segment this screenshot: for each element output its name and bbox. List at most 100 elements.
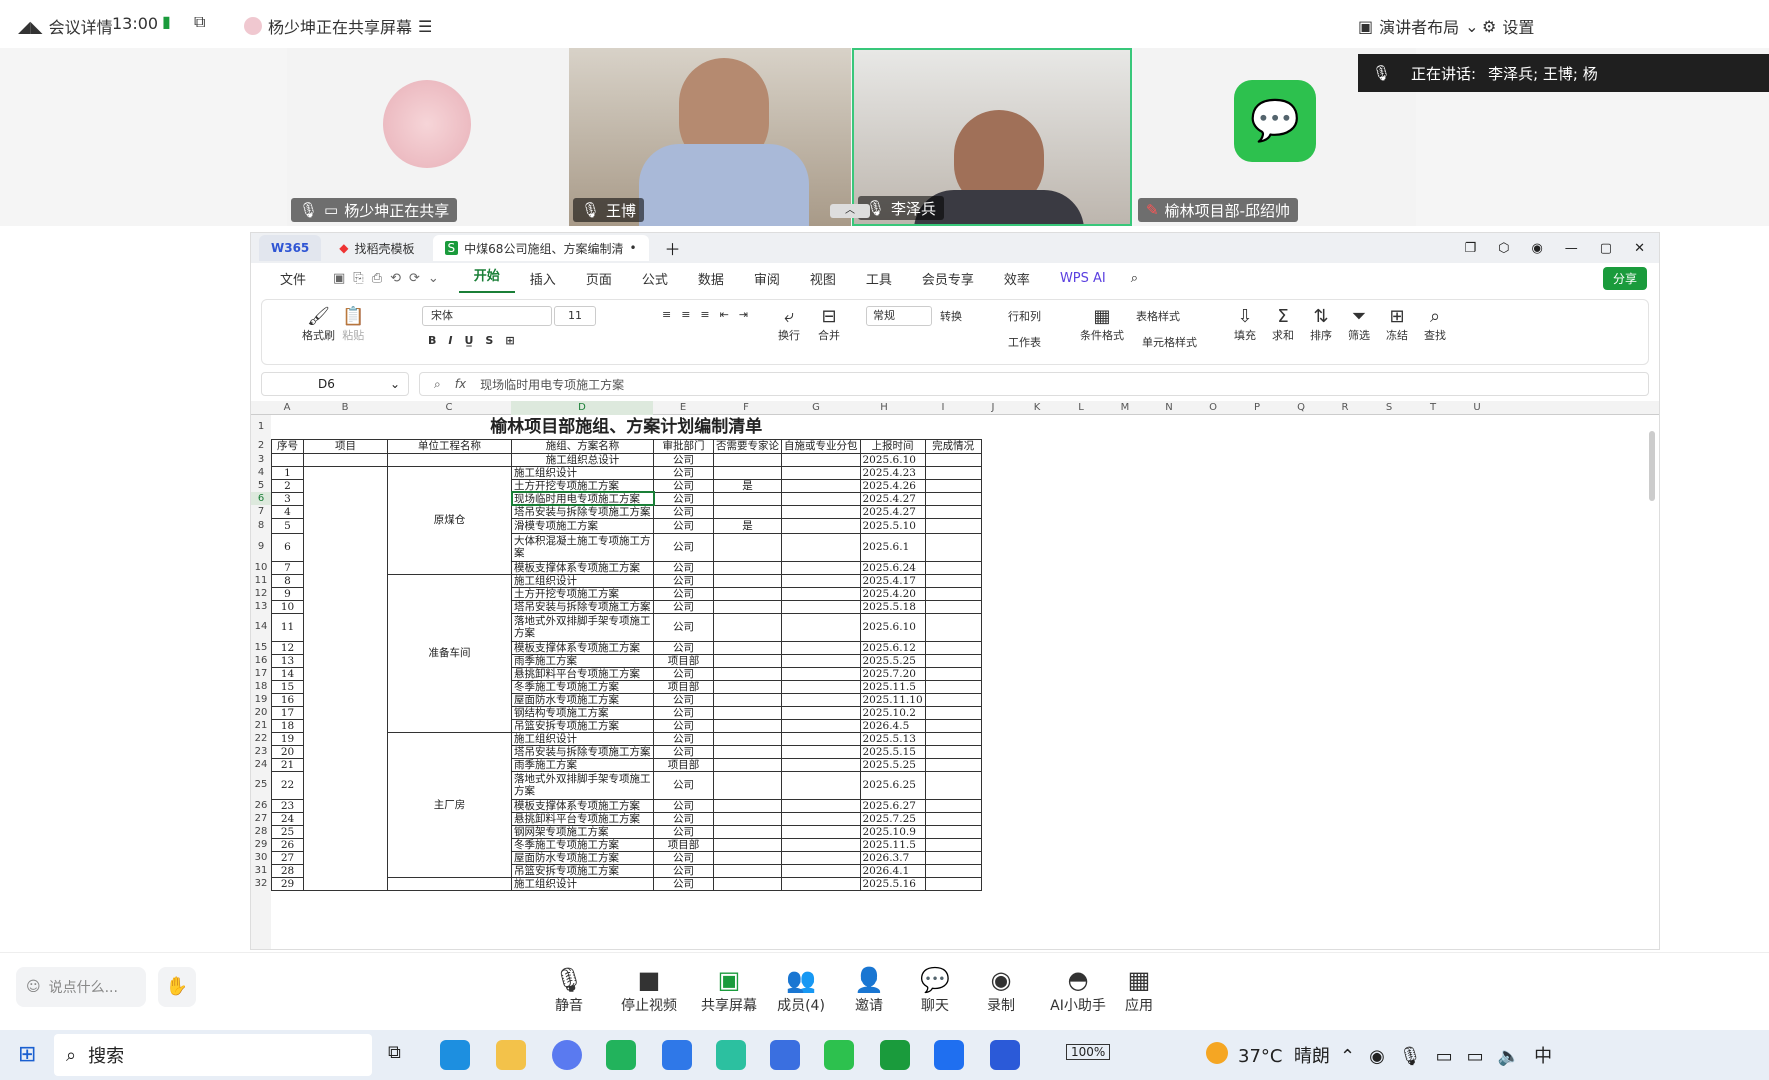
row-header[interactable]: 19 bbox=[251, 693, 271, 706]
subcontract-cell[interactable] bbox=[781, 586, 861, 601]
row-header[interactable]: 5 bbox=[251, 479, 271, 492]
sheet-title[interactable]: 榆林项目部施组、方案计划编制清单 bbox=[272, 415, 982, 439]
sharing-notice[interactable]: 杨少坤正在共享屏幕 ☰ bbox=[244, 14, 432, 38]
subcontract-cell[interactable] bbox=[781, 612, 861, 642]
column-header[interactable]: O bbox=[1191, 401, 1235, 415]
subcontract-cell[interactable] bbox=[781, 452, 861, 467]
report-date-cell[interactable]: 2025.4.27 bbox=[859, 491, 926, 506]
column-header-cell[interactable]: 上报时间 bbox=[859, 438, 926, 454]
plan-name-cell[interactable]: 模板支撑体系专项施工方案 bbox=[511, 640, 654, 655]
approval-dept-cell[interactable]: 公司 bbox=[653, 640, 714, 655]
plan-name-cell[interactable]: 雨季施工方案 bbox=[511, 757, 654, 772]
completion-cell[interactable] bbox=[924, 770, 982, 800]
expert-review-cell[interactable]: 是 bbox=[713, 517, 782, 534]
completion-cell[interactable] bbox=[924, 863, 982, 878]
row-header[interactable]: 29 bbox=[251, 838, 271, 851]
plan-name-cell[interactable]: 落地式外双排脚手架专项施工方案 bbox=[511, 612, 654, 642]
seq-cell[interactable]: 28 bbox=[271, 863, 304, 878]
row-header[interactable]: 25 bbox=[251, 771, 271, 799]
plan-name-cell[interactable]: 施工组织设计 bbox=[511, 573, 654, 588]
column-header[interactable]: D bbox=[511, 401, 653, 415]
report-date-cell[interactable]: 2025.6.24 bbox=[859, 560, 926, 575]
plan-name-cell[interactable]: 土方开挖专项施工方案 bbox=[511, 478, 654, 493]
approval-dept-cell[interactable]: 公司 bbox=[653, 863, 714, 878]
column-header[interactable]: G bbox=[779, 401, 853, 415]
plan-name-cell[interactable]: 模板支撑体系专项施工方案 bbox=[511, 798, 654, 813]
report-date-cell[interactable]: 2026.3.7 bbox=[859, 850, 926, 865]
report-date-cell[interactable]: 2025.5.13 bbox=[859, 731, 926, 746]
column-header[interactable]: B bbox=[303, 401, 387, 415]
expert-review-cell[interactable] bbox=[713, 586, 782, 601]
approval-dept-cell[interactable]: 公司 bbox=[653, 517, 714, 534]
report-date-cell[interactable]: 2025.4.26 bbox=[859, 478, 926, 493]
subcontract-cell[interactable] bbox=[781, 798, 861, 813]
settings-button[interactable]: ⚙ 设置 bbox=[1482, 14, 1534, 38]
approval-dept-cell[interactable]: 项目部 bbox=[653, 653, 714, 668]
tab-w365[interactable]: W365 bbox=[259, 235, 322, 261]
report-date-cell[interactable]: 2025.5.25 bbox=[859, 653, 926, 668]
format-painter-button[interactable]: 🖌 格式刷 bbox=[302, 306, 335, 343]
column-header[interactable]: M bbox=[1103, 401, 1147, 415]
video-tile[interactable]: 🎙 王博 bbox=[569, 48, 851, 226]
menu-home[interactable]: 开始 bbox=[458, 263, 515, 293]
approval-dept-cell[interactable]: 公司 bbox=[653, 491, 714, 506]
expert-review-cell[interactable] bbox=[713, 863, 782, 878]
report-date-cell[interactable]: 2025.10.9 bbox=[859, 824, 926, 839]
column-header-cell[interactable]: 否需要专家论 bbox=[713, 438, 782, 454]
avatar[interactable]: ◉ bbox=[1531, 241, 1542, 256]
seq-cell[interactable]: 17 bbox=[271, 705, 304, 720]
expert-review-cell[interactable] bbox=[713, 718, 782, 733]
plan-name-cell[interactable]: 模板支撑体系专项施工方案 bbox=[511, 560, 654, 575]
menu-page[interactable]: 页面 bbox=[571, 269, 627, 288]
subcontract-cell[interactable] bbox=[781, 653, 861, 668]
subcontract-cell[interactable] bbox=[781, 679, 861, 694]
row-header[interactable]: 14 bbox=[251, 613, 271, 641]
completion-cell[interactable] bbox=[924, 478, 982, 493]
minimize-icon[interactable]: — bbox=[1565, 241, 1578, 256]
completion-cell[interactable] bbox=[924, 744, 982, 759]
approval-dept-cell[interactable]: 公司 bbox=[653, 744, 714, 759]
find-button[interactable]: ⌕ 查找 bbox=[1424, 306, 1446, 343]
plan-name-cell[interactable]: 屋面防水专项施工方案 bbox=[511, 850, 654, 865]
chat-input[interactable]: ☺ 说点什么... bbox=[16, 967, 146, 1007]
font-style-buttons[interactable]: BIU̲S⊞ bbox=[428, 334, 527, 347]
report-date-cell[interactable]: 2025.4.20 bbox=[859, 586, 926, 601]
search-icon[interactable]: ⌕ bbox=[1121, 271, 1148, 286]
expert-review-cell[interactable] bbox=[713, 705, 782, 720]
seq-cell[interactable]: 13 bbox=[271, 653, 304, 668]
report-date-cell[interactable]: 2025.6.1 bbox=[859, 532, 926, 562]
app-icon[interactable] bbox=[552, 1040, 582, 1070]
expert-review-cell[interactable]: 是 bbox=[713, 478, 782, 493]
seq-cell[interactable]: 26 bbox=[271, 837, 304, 852]
subcontract-cell[interactable] bbox=[781, 705, 861, 720]
expert-review-cell[interactable] bbox=[713, 824, 782, 839]
seq-cell[interactable]: 7 bbox=[271, 560, 304, 575]
subcontract-cell[interactable] bbox=[781, 573, 861, 588]
seq-cell[interactable]: 16 bbox=[271, 692, 304, 707]
completion-cell[interactable] bbox=[924, 599, 982, 614]
plan-name-cell[interactable]: 钢网架专项施工方案 bbox=[511, 824, 654, 839]
subcontract-cell[interactable] bbox=[781, 744, 861, 759]
expert-review-cell[interactable] bbox=[713, 770, 782, 800]
approval-dept-cell[interactable]: 公司 bbox=[653, 705, 714, 720]
plan-name-cell[interactable]: 吊篮安拆专项施工方案 bbox=[511, 863, 654, 878]
report-date-cell[interactable]: 2025.6.27 bbox=[859, 798, 926, 813]
report-date-cell[interactable]: 2025.5.10 bbox=[859, 517, 926, 534]
approval-dept-cell[interactable]: 公司 bbox=[653, 586, 714, 601]
plan-name-cell[interactable]: 冬季施工专项施工方案 bbox=[511, 837, 654, 852]
report-date-cell[interactable]: 2025.11.5 bbox=[859, 837, 926, 852]
sort-button[interactable]: ⇅ 排序 bbox=[1310, 306, 1332, 343]
column-header[interactable]: E bbox=[653, 401, 713, 415]
expert-review-cell[interactable] bbox=[713, 731, 782, 746]
report-date-cell[interactable]: 2026.4.5 bbox=[859, 718, 926, 733]
approval-dept-cell[interactable]: 公司 bbox=[653, 504, 714, 519]
apps-button[interactable]: ▦ 应用 bbox=[1104, 965, 1174, 1015]
approval-dept-cell[interactable]: 公司 bbox=[653, 465, 714, 480]
row-header[interactable]: 21 bbox=[251, 719, 271, 732]
row-header[interactable]: 28 bbox=[251, 825, 271, 838]
completion-cell[interactable] bbox=[924, 731, 982, 746]
project-cell[interactable] bbox=[303, 452, 388, 467]
completion-cell[interactable] bbox=[924, 824, 982, 839]
report-date-cell[interactable]: 2025.7.25 bbox=[859, 811, 926, 826]
wps-sheet-icon[interactable] bbox=[880, 1040, 910, 1070]
